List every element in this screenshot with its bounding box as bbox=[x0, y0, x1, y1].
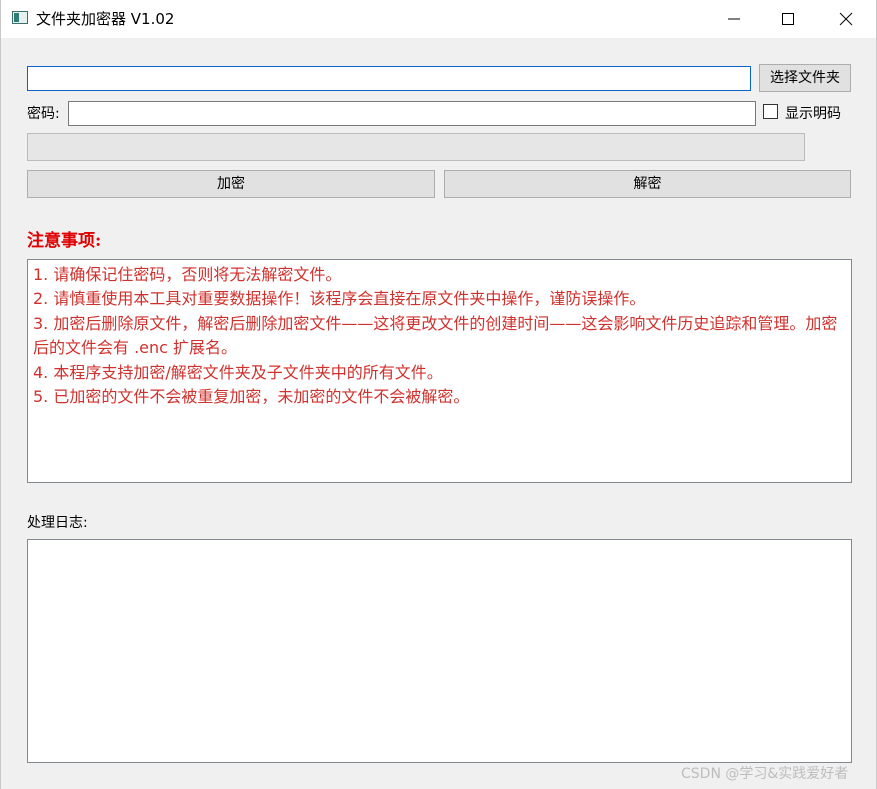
show-password-label[interactable]: 显示明码 bbox=[785, 104, 841, 124]
choose-folder-button[interactable]: 选择文件夹 bbox=[759, 64, 851, 92]
show-password-checkbox[interactable] bbox=[763, 104, 778, 119]
password-input[interactable] bbox=[68, 101, 756, 126]
maximize-icon bbox=[782, 13, 794, 25]
log-label: 处理日志: bbox=[27, 515, 88, 531]
note-line-1: 1. 请确保记住密码，否则将无法解密文件。 bbox=[33, 265, 342, 284]
note-line-4: 4. 本程序支持加密/解密文件夹及子文件夹中的所有文件。 bbox=[33, 362, 443, 382]
title-bar[interactable]: 文件夹加密器 V1.02 bbox=[1, 0, 876, 38]
close-button[interactable] bbox=[823, 0, 869, 38]
notes-title: 注意事项: bbox=[27, 231, 102, 251]
watermark-text: CSDN @学习&实践爱好者 bbox=[681, 766, 849, 782]
log-textbox[interactable] bbox=[27, 539, 852, 763]
minimize-icon bbox=[728, 18, 740, 20]
notes-textbox[interactable]: 1. 请确保记住密码，否则将无法解密文件。 2. 请慎重使用本工具对重要数据操作… bbox=[27, 259, 852, 483]
minimize-button[interactable] bbox=[711, 0, 757, 38]
note-line-5: 5. 已加密的文件不会被重复加密，未加密的文件不会被解密。 bbox=[33, 387, 470, 407]
window-title: 文件夹加密器 V1.02 bbox=[36, 10, 175, 28]
note-line-3: 3. 加密后删除原文件，解密后删除加密文件——这将更改文件的创建时间——这会影响… bbox=[33, 313, 838, 358]
folder-path-input[interactable] bbox=[27, 66, 751, 91]
maximize-button[interactable] bbox=[765, 0, 811, 38]
encrypt-button[interactable]: 加密 bbox=[27, 170, 435, 198]
progress-bar bbox=[27, 133, 805, 161]
app-window: 文件夹加密器 V1.02 选择文件夹 密码: 显示明码 加密 解密 注意事项: … bbox=[0, 0, 877, 789]
close-icon bbox=[839, 12, 853, 26]
app-icon bbox=[12, 11, 28, 24]
note-line-2: 2. 请慎重使用本工具对重要数据操作！该程序会直接在原文件夹中操作，谨防误操作。 bbox=[33, 289, 646, 309]
decrypt-button[interactable]: 解密 bbox=[444, 170, 851, 198]
password-label: 密码: bbox=[27, 106, 60, 122]
